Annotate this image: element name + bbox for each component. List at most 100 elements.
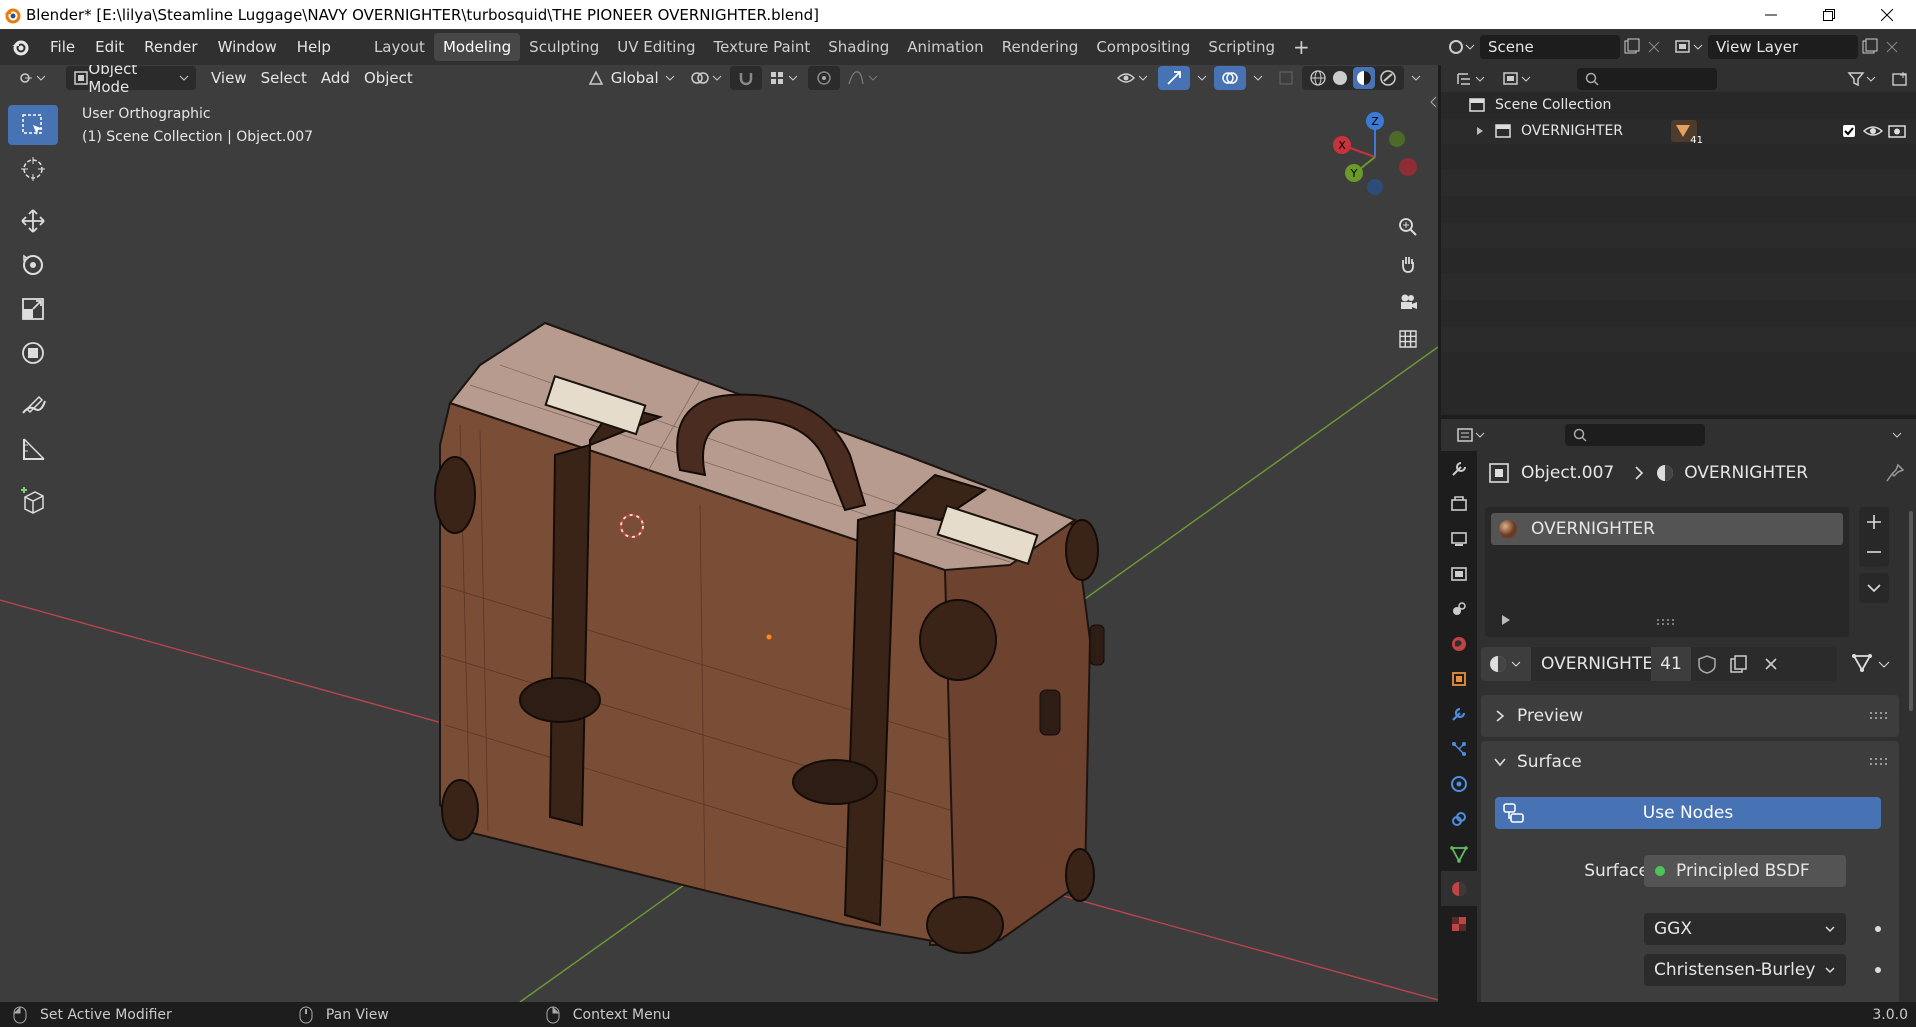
surface-shader-selector[interactable]: Principled BSDF [1644, 855, 1846, 887]
viewport-menu-add[interactable]: Add [314, 66, 357, 90]
transform-tool[interactable] [8, 333, 58, 373]
sidebar-toggle[interactable] [1429, 95, 1438, 155]
scale-tool[interactable] [8, 289, 58, 329]
tab-tool[interactable] [1441, 451, 1477, 486]
neg-y-axis-handle[interactable] [1389, 131, 1405, 147]
neg-x-axis-handle[interactable] [1399, 158, 1417, 176]
navigation-gizmo[interactable]: Z X Y [1320, 107, 1430, 207]
mode-selector[interactable]: Object Mode [66, 65, 196, 96]
socket-dot-icon[interactable] [1873, 965, 1883, 975]
outliner-editor-type-button[interactable] [1449, 67, 1495, 91]
view-layer-name-field[interactable]: View Layer [1708, 35, 1858, 59]
properties-editor-type-button[interactable] [1449, 423, 1495, 447]
close-button[interactable] [1858, 0, 1916, 29]
menu-help[interactable]: Help [287, 33, 341, 61]
tab-rendering[interactable]: Rendering [993, 33, 1088, 61]
overlays-toggle[interactable] [1214, 65, 1246, 90]
3d-viewport[interactable]: Object Mode View Select Add Object Globa… [0, 65, 1438, 1002]
material-slot-item[interactable]: OVERNIGHTER [1491, 513, 1843, 545]
snap-toggle[interactable] [729, 65, 762, 90]
user-count-button[interactable]: 41 [1651, 647, 1691, 681]
tab-compositing[interactable]: Compositing [1087, 33, 1199, 61]
new-collection-button[interactable] [1884, 67, 1916, 91]
xray-toggle[interactable] [1270, 66, 1302, 90]
tab-scene[interactable] [1441, 591, 1477, 626]
zoom-button[interactable] [1391, 210, 1425, 244]
material-name-field[interactable]: OVERNIGHTER [1541, 654, 1665, 674]
rotate-tool[interactable] [8, 245, 58, 285]
pan-button[interactable] [1391, 247, 1425, 281]
render-camera-icon[interactable] [1886, 122, 1908, 140]
use-nodes-button[interactable]: Use Nodes [1495, 797, 1881, 829]
new-scene-icon[interactable] [1620, 37, 1644, 57]
properties-options-button[interactable] [1884, 423, 1910, 447]
filter-button[interactable] [1840, 67, 1884, 91]
tab-modifiers[interactable] [1441, 696, 1477, 731]
gizmo-toggle[interactable] [1158, 65, 1190, 90]
display-mode-button[interactable] [1495, 67, 1541, 91]
cursor-tool[interactable] [8, 149, 58, 189]
tab-data[interactable] [1441, 836, 1477, 871]
subsurface-method-dropdown[interactable]: Christensen-Burley [1644, 954, 1846, 986]
drag-handle-icon[interactable] [1869, 757, 1891, 767]
add-slot-icon[interactable] [1859, 507, 1889, 537]
tab-constraints[interactable] [1441, 801, 1477, 836]
tab-material[interactable] [1441, 871, 1477, 906]
eye-icon[interactable] [1862, 122, 1884, 140]
tab-texture[interactable] [1441, 906, 1477, 941]
outliner-row[interactable]: OVERNIGHTER 41 [1441, 118, 1916, 146]
unlink-material-icon[interactable] [1755, 653, 1787, 675]
checkbox-icon[interactable] [1840, 122, 1858, 140]
tab-shading[interactable]: Shading [819, 33, 898, 61]
camera-view-button[interactable] [1391, 285, 1425, 319]
tab-particles[interactable] [1441, 731, 1477, 766]
scene-name-field[interactable]: Scene [1480, 35, 1620, 59]
scene-collection-row[interactable]: Scene Collection [1441, 92, 1916, 118]
link-mode-button[interactable] [1847, 647, 1899, 681]
tab-object[interactable] [1441, 661, 1477, 696]
delete-scene-icon[interactable] [1644, 37, 1664, 57]
add-cube-tool[interactable] [8, 481, 58, 521]
fake-user-shield-icon[interactable] [1691, 653, 1723, 675]
menu-render[interactable]: Render [134, 33, 207, 61]
blender-menu-button[interactable] [0, 37, 40, 57]
material-preview-shading-icon[interactable] [1353, 66, 1375, 89]
new-view-layer-icon[interactable] [1858, 37, 1882, 57]
select-box-tool[interactable] [8, 105, 58, 145]
material-slot-list[interactable]: OVERNIGHTER [1485, 507, 1849, 637]
viewport-scene[interactable] [0, 65, 1438, 1002]
snap-target-button[interactable] [762, 66, 808, 90]
measure-tool[interactable] [8, 429, 58, 469]
menu-window[interactable]: Window [208, 33, 287, 61]
tab-output[interactable] [1441, 521, 1477, 556]
tab-view-layer[interactable] [1441, 556, 1477, 591]
falloff-button[interactable] [840, 66, 888, 90]
viewport-menu-select[interactable]: Select [254, 66, 314, 90]
solid-shading-icon[interactable] [1331, 69, 1349, 87]
shading-dropdown[interactable] [1404, 66, 1428, 90]
outliner-search-input[interactable] [1577, 67, 1717, 90]
proportional-edit-toggle[interactable] [807, 65, 840, 90]
viewport-menu-view[interactable]: View [204, 66, 254, 90]
drag-handle-icon[interactable] [1869, 711, 1891, 721]
visibility-button[interactable] [1110, 66, 1158, 90]
surface-panel-header[interactable]: Surface [1481, 741, 1899, 783]
menu-edit[interactable]: Edit [85, 33, 134, 61]
expand-arrow-icon[interactable] [1475, 126, 1485, 136]
shading-modes[interactable] [1302, 65, 1404, 90]
viewport-menu-object[interactable]: Object [357, 66, 420, 90]
tab-physics[interactable] [1441, 766, 1477, 801]
view-layer-selector[interactable]: View Layer [1672, 35, 1902, 59]
annotate-tool[interactable] [8, 385, 58, 425]
remove-slot-icon[interactable] [1859, 537, 1889, 567]
browse-material-button[interactable] [1481, 647, 1531, 681]
add-workspace-button[interactable]: + [1284, 33, 1319, 61]
gizmo-dropdown[interactable] [1190, 66, 1214, 90]
tab-texture-paint[interactable]: Texture Paint [704, 33, 819, 61]
tab-uv-editing[interactable]: UV Editing [608, 33, 704, 61]
pin-icon[interactable] [1884, 462, 1906, 484]
properties-search-input[interactable] [1565, 424, 1705, 446]
tab-animation[interactable]: Animation [898, 33, 992, 61]
tab-render[interactable] [1441, 486, 1477, 521]
distribution-dropdown[interactable]: GGX [1644, 913, 1846, 945]
